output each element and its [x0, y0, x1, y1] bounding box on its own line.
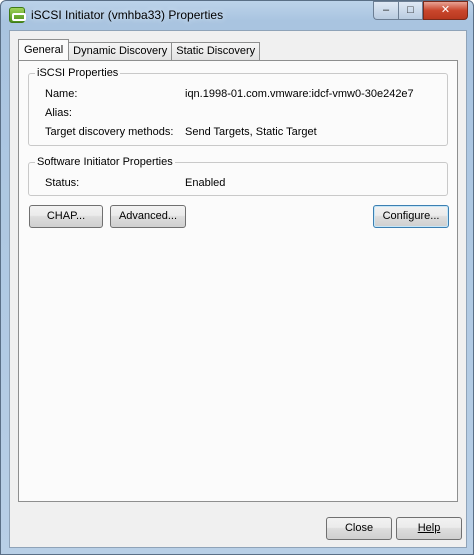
target-discovery-value: Send Targets, Static Target: [185, 126, 317, 138]
app-icon: [9, 7, 26, 23]
chap-button[interactable]: CHAP...: [29, 205, 103, 228]
software-initiator-group: Software Initiator Properties Status: En…: [28, 156, 448, 196]
iscsi-properties-group: iSCSI Properties Name: iqn.1998-01.com.v…: [28, 67, 448, 146]
status-label: Status:: [45, 177, 80, 189]
dialog-client-area: General Dynamic Discovery Static Discove…: [9, 30, 467, 548]
minimize-button[interactable]: –: [373, 1, 398, 20]
configure-button[interactable]: Configure...: [373, 205, 449, 228]
properties-window: iSCSI Initiator (vmhba33) Properties – □…: [0, 0, 474, 555]
close-window-button[interactable]: ✕: [423, 1, 468, 20]
tab-general[interactable]: General: [18, 39, 70, 60]
title-bar[interactable]: iSCSI Initiator (vmhba33) Properties – □…: [1, 1, 473, 29]
advanced-button[interactable]: Advanced...: [110, 205, 186, 228]
close-button[interactable]: Close: [326, 517, 392, 540]
maximize-button[interactable]: □: [398, 1, 423, 20]
name-value: iqn.1998-01.com.vmware:idcf-vmw0-30e242e…: [185, 88, 414, 100]
tab-strip: General Dynamic Discovery Static Discove…: [18, 39, 261, 61]
tab-static-discovery[interactable]: Static Discovery: [171, 42, 261, 60]
alias-label: Alias:: [45, 107, 72, 119]
help-button-label: Help: [417, 522, 441, 534]
window-title: iSCSI Initiator (vmhba33) Properties: [31, 8, 224, 22]
help-button[interactable]: Help: [396, 517, 462, 540]
general-tab-panel: iSCSI Properties Name: iqn.1998-01.com.v…: [18, 60, 458, 502]
tab-dynamic-discovery[interactable]: Dynamic Discovery: [68, 42, 173, 60]
name-label: Name:: [45, 88, 78, 100]
software-initiator-title: Software Initiator Properties: [35, 156, 175, 168]
status-value: Enabled: [185, 177, 226, 189]
iscsi-properties-title: iSCSI Properties: [35, 67, 121, 79]
target-discovery-label: Target discovery methods:: [45, 126, 174, 138]
